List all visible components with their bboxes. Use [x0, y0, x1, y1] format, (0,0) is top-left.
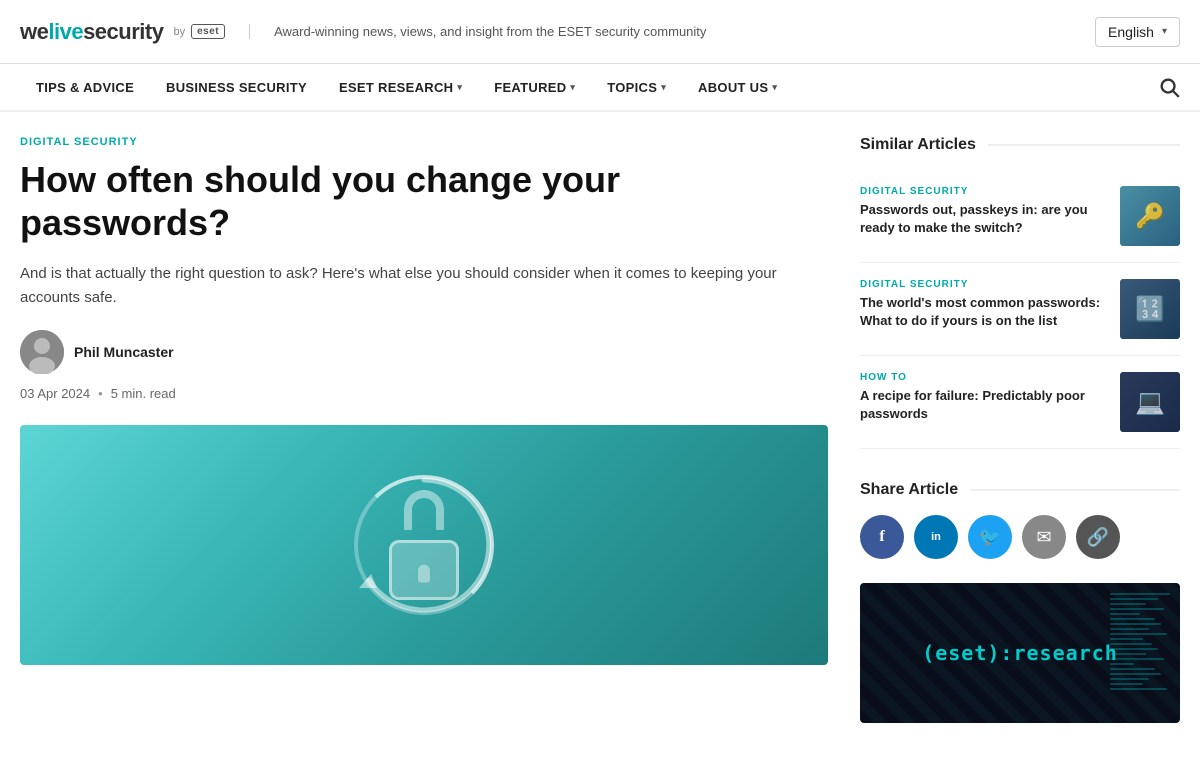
main-nav: TIPS & ADVICE BUSINESS SECURITY ESET RES… [0, 64, 1200, 112]
search-button[interactable] [1158, 76, 1180, 98]
nav-items: TIPS & ADVICE BUSINESS SECURITY ESET RES… [20, 64, 793, 110]
similar-articles-section: Similar Articles DIGITAL SECURITY Passwo… [860, 136, 1180, 449]
similar-article-category: DIGITAL SECURITY [860, 186, 1108, 197]
article-section: DIGITAL SECURITY How often should you ch… [20, 136, 828, 723]
article-meta: 03 Apr 2024 • 5 min. read [20, 386, 828, 401]
similar-article-content: HOW TO A recipe for failure: Predictably… [860, 372, 1108, 423]
nav-item-research[interactable]: ESET RESEARCH ▾ [323, 65, 478, 111]
site-logo[interactable]: welivesecurity by eset [20, 19, 225, 45]
language-label: English [1108, 24, 1154, 40]
article-title: How often should you change your passwor… [20, 158, 828, 244]
author-row: Phil Muncaster [20, 330, 828, 374]
nav-item-tips[interactable]: TIPS & ADVICE [20, 65, 150, 111]
share-article-section: Share Article f in 🐦 ✉ 🔗 [860, 481, 1180, 559]
header-left: welivesecurity by eset Award-winning new… [20, 19, 706, 45]
nav-item-featured[interactable]: FEATURED ▾ [478, 65, 591, 111]
similar-article-category: HOW TO [860, 372, 1108, 383]
numbers-icon: 🔢 [1135, 295, 1165, 324]
sidebar: Similar Articles DIGITAL SECURITY Passwo… [860, 136, 1180, 723]
nav-item-business[interactable]: BUSINESS SECURITY [150, 65, 323, 111]
similar-article-item[interactable]: DIGITAL SECURITY The world's most common… [860, 263, 1180, 356]
chevron-down-icon: ▾ [457, 82, 462, 93]
similar-articles-title: Similar Articles [860, 136, 1180, 154]
article-subtitle: And is that actually the right question … [20, 262, 828, 310]
share-facebook-button[interactable]: f [860, 515, 904, 559]
hero-image [20, 425, 828, 665]
twitter-icon: 🐦 [979, 527, 1001, 548]
similar-article-thumb: 🔑 [1120, 186, 1180, 246]
similar-article-item[interactable]: HOW TO A recipe for failure: Predictably… [860, 356, 1180, 449]
similar-article-item[interactable]: DIGITAL SECURITY Passwords out, passkeys… [860, 170, 1180, 263]
linkedin-icon: in [931, 531, 941, 543]
eset-research-banner[interactable]: (eset):research [860, 583, 1180, 723]
decorative-lines [1110, 593, 1170, 713]
meta-dot: • [98, 386, 103, 401]
key-icon: 🔑 [1135, 202, 1165, 231]
logo-by: by [173, 26, 185, 38]
avatar[interactable] [20, 330, 64, 374]
computer-icon: 💻 [1135, 388, 1165, 417]
share-linkedin-button[interactable]: in [914, 515, 958, 559]
share-article-title: Share Article [860, 481, 1180, 499]
nav-item-topics[interactable]: TOPICS ▾ [591, 65, 682, 111]
author-name[interactable]: Phil Muncaster [74, 344, 174, 360]
email-icon: ✉ [1036, 527, 1051, 548]
similar-article-content: DIGITAL SECURITY Passwords out, passkeys… [860, 186, 1108, 237]
similar-article-thumb: 🔢 [1120, 279, 1180, 339]
logo-text: welivesecurity [20, 19, 163, 45]
share-link-button[interactable]: 🔗 [1076, 515, 1120, 559]
chevron-down-icon: ▾ [772, 82, 777, 93]
share-email-button[interactable]: ✉ [1022, 515, 1066, 559]
link-icon: 🔗 [1087, 527, 1109, 548]
main-container: DIGITAL SECURITY How often should you ch… [0, 112, 1200, 747]
chevron-down-icon: ▾ [1162, 26, 1167, 37]
similar-article-content: DIGITAL SECURITY The world's most common… [860, 279, 1108, 330]
site-header: welivesecurity by eset Award-winning new… [0, 0, 1200, 64]
circular-arrow-icon [349, 470, 499, 620]
article-read-time: 5 min. read [111, 386, 176, 401]
similar-article-thumb: 💻 [1120, 372, 1180, 432]
nav-item-about[interactable]: ABOUT US ▾ [682, 65, 793, 111]
chevron-down-icon: ▾ [570, 82, 575, 93]
similar-article-title: The world's most common passwords: What … [860, 294, 1108, 330]
language-selector[interactable]: English ▾ [1095, 17, 1180, 47]
facebook-icon: f [879, 528, 884, 546]
similar-article-category: DIGITAL SECURITY [860, 279, 1108, 290]
eset-badge: eset [191, 24, 225, 39]
similar-article-title: Passwords out, passkeys in: are you read… [860, 201, 1108, 237]
article-category[interactable]: DIGITAL SECURITY [20, 136, 828, 148]
similar-article-title: A recipe for failure: Predictably poor p… [860, 387, 1108, 423]
share-icons-row: f in 🐦 ✉ 🔗 [860, 515, 1180, 559]
chevron-down-icon: ▾ [661, 82, 666, 93]
header-tagline: Award-winning news, views, and insight f… [249, 24, 706, 39]
share-twitter-button[interactable]: 🐦 [968, 515, 1012, 559]
article-date: 03 Apr 2024 [20, 386, 90, 401]
eset-research-text: (eset):research [922, 641, 1118, 665]
